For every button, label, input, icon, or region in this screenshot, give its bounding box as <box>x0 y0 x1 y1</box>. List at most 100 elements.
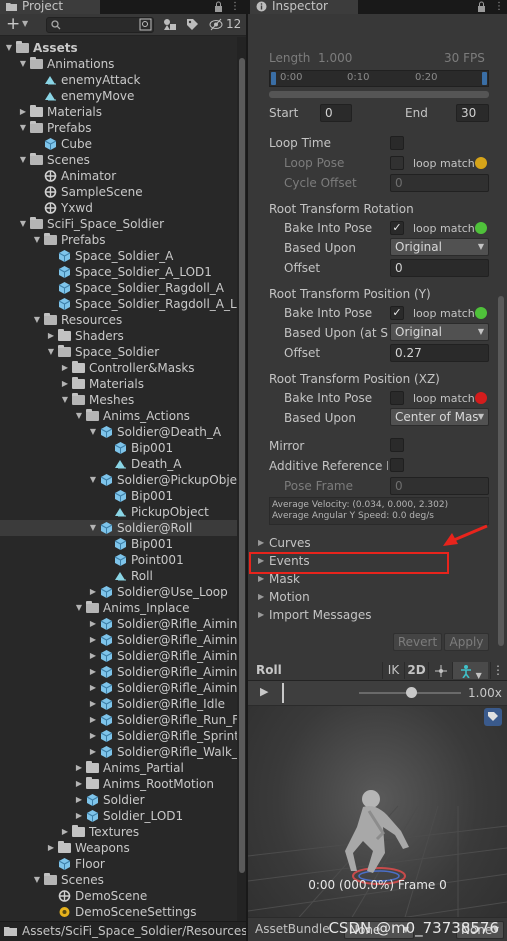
tree-row[interactable]: ▶ Soldier@Rifle_Idle <box>0 696 237 712</box>
chevron-right-icon[interactable]: ▶ <box>18 104 28 120</box>
chevron-right-icon[interactable]: ▶ <box>88 648 98 664</box>
tree-row[interactable]: ▶ Soldier@Rifle_Sprint_ <box>0 728 237 744</box>
tree-row[interactable]: SampleScene <box>0 184 237 200</box>
posy-bake-checkbox[interactable]: ✓ <box>390 306 404 320</box>
eye-hidden-icon[interactable] <box>209 18 224 31</box>
tree-row[interactable]: Yxwd <box>0 200 237 216</box>
tree-row[interactable]: ▼ Anims_Inplace <box>0 600 237 616</box>
tree-row[interactable]: ▶ Soldier@Rifle_Run_F <box>0 712 237 728</box>
tab-inspector[interactable]: Inspector <box>250 0 358 14</box>
search-input[interactable] <box>46 17 154 33</box>
search-scene-icon[interactable] <box>139 18 152 31</box>
loop-pose-checkbox[interactable] <box>390 156 404 170</box>
start-field[interactable]: 0 <box>320 104 352 122</box>
filter-type-icon[interactable] <box>163 18 177 31</box>
inspector-kebab-icon[interactable]: ⋮ <box>494 1 504 13</box>
end-field[interactable]: 30 <box>456 104 489 122</box>
tab-project[interactable]: Project <box>0 0 100 14</box>
tree-row[interactable]: ▶ Soldier@Use_Loop <box>0 584 237 600</box>
tree-row[interactable]: ▶ Weapons <box>0 840 237 856</box>
chevron-right-icon[interactable]: ▶ <box>88 664 98 680</box>
tree-row[interactable]: ▼ Prefabs <box>0 232 237 248</box>
additive-reference-checkbox[interactable] <box>390 458 404 472</box>
tree-row[interactable]: ▼ Prefabs <box>0 120 237 136</box>
ik-toggle[interactable]: IK <box>382 662 404 679</box>
chevron-down-icon[interactable]: ▼ <box>18 56 28 72</box>
tree-row[interactable]: Bip001 <box>0 488 237 504</box>
tree-row[interactable]: Bip001 <box>0 440 237 456</box>
add-button[interactable]: + <box>6 14 20 34</box>
rot-bake-checkbox[interactable]: ✓ <box>390 221 404 235</box>
tree-row[interactable]: ▶ Controller&Masks <box>0 360 237 376</box>
tree-row[interactable]: ▼ Soldier@PickupObje <box>0 472 237 488</box>
speed-slider-thumb[interactable] <box>406 687 417 698</box>
tree-row[interactable]: Death_A <box>0 456 237 472</box>
tree-row[interactable]: ▼ Soldier@Death_A <box>0 424 237 440</box>
chevron-right-icon[interactable]: ▶ <box>88 584 98 600</box>
tree-row[interactable]: ▼ Space_Soldier <box>0 344 237 360</box>
tree-row[interactable]: ▶ Soldier@Rifle_Aiming <box>0 664 237 680</box>
chevron-down-icon[interactable]: ▼ <box>18 120 28 136</box>
cycle-offset-field[interactable]: 0 <box>390 174 489 192</box>
tree-row[interactable]: ▼ SciFi_Space_Soldier <box>0 216 237 232</box>
tree-row[interactable]: Animator <box>0 168 237 184</box>
tree-row[interactable]: ▶ Soldier@Rifle_Aiming <box>0 616 237 632</box>
tree-row[interactable]: ▼ Meshes <box>0 392 237 408</box>
chevron-down-icon[interactable]: ▼ <box>4 40 14 56</box>
rot-offset-field[interactable]: 0 <box>390 259 489 277</box>
motion-foldout[interactable]: ▶ Motion <box>248 588 507 606</box>
end-marker[interactable] <box>482 72 487 85</box>
chevron-right-icon[interactable]: ▶ <box>60 824 70 840</box>
chevron-down-icon[interactable]: ▼ <box>60 392 70 408</box>
chevron-down-icon[interactable]: ▼ <box>88 520 98 536</box>
tree-row[interactable]: Roll <box>0 568 237 584</box>
import-messages-foldout[interactable]: ▶ Import Messages <box>248 606 507 624</box>
tree-row[interactable]: ▶ Materials <box>0 376 237 392</box>
chevron-right-icon[interactable]: ▶ <box>74 760 84 776</box>
tree-row[interactable]: Cube <box>0 136 237 152</box>
chevron-down-icon[interactable]: ▼ <box>32 232 42 248</box>
chevron-right-icon[interactable]: ▶ <box>88 616 98 632</box>
pivot-icon[interactable] <box>428 662 452 679</box>
tree-row[interactable]: ▶ Soldier@Rifle_Aiming <box>0 680 237 696</box>
chevron-right-icon[interactable]: ▶ <box>88 728 98 744</box>
2d-toggle[interactable]: 2D <box>404 662 428 679</box>
chevron-right-icon[interactable]: ▶ <box>88 712 98 728</box>
loop-time-checkbox[interactable] <box>390 136 404 150</box>
chevron-right-icon[interactable]: ▶ <box>60 360 70 376</box>
tree-row[interactable]: ▶ Anims_Partial <box>0 760 237 776</box>
apply-button[interactable]: Apply <box>444 633 489 651</box>
rot-based-upon-dropdown[interactable]: Original ▼ <box>390 238 489 256</box>
posy-offset-field[interactable]: 0.27 <box>390 344 489 362</box>
chevron-down-icon[interactable]: ▼ <box>18 216 28 232</box>
tree-row[interactable]: ▼ Scenes <box>0 872 237 888</box>
posxz-bake-checkbox[interactable] <box>390 391 404 405</box>
chevron-down-icon[interactable]: ▼ <box>18 152 28 168</box>
preview-viewport[interactable]: 0:00 (000.0%) Frame 0 <box>248 706 507 941</box>
tree-row[interactable]: Floor <box>0 856 237 872</box>
project-scrollbar-thumb[interactable] <box>239 58 245 873</box>
revert-button[interactable]: Revert <box>393 633 442 651</box>
posy-based-upon-dropdown[interactable]: Original ▼ <box>390 323 489 341</box>
chevron-down-icon[interactable]: ▼ <box>74 600 84 616</box>
pose-frame-field[interactable]: 0 <box>390 477 489 495</box>
tree-row[interactable]: Space_Soldier_Ragdoll_A <box>0 280 237 296</box>
avatar-icon[interactable]: ▼ <box>452 662 488 680</box>
timeline-range-bar[interactable] <box>269 91 489 98</box>
mirror-checkbox[interactable] <box>390 438 404 452</box>
tree-row[interactable]: enemyMove <box>0 88 237 104</box>
chevron-down-icon[interactable]: ▼ <box>74 408 84 424</box>
tree-row[interactable]: Bip001 <box>0 536 237 552</box>
chevron-right-icon[interactable]: ▶ <box>88 744 98 760</box>
tree-row[interactable]: DemoSceneSettings <box>0 904 237 920</box>
play-icon[interactable]: ▶ <box>260 685 268 698</box>
tree-row[interactable]: ▼ Assets <box>0 40 237 56</box>
tree-row[interactable]: PickupObject <box>0 504 237 520</box>
playhead[interactable] <box>282 683 284 703</box>
tree-row[interactable]: Space_Soldier_Ragdoll_A_LC <box>0 296 237 312</box>
chevron-right-icon[interactable]: ▶ <box>46 328 56 344</box>
tree-row[interactable]: ▼ Anims_Actions <box>0 408 237 424</box>
posxz-based-upon-dropdown[interactable]: Center of Mas ▼ <box>390 408 489 426</box>
tree-row[interactable]: enemyAttack <box>0 72 237 88</box>
tree-row[interactable]: ▶ Textures <box>0 824 237 840</box>
